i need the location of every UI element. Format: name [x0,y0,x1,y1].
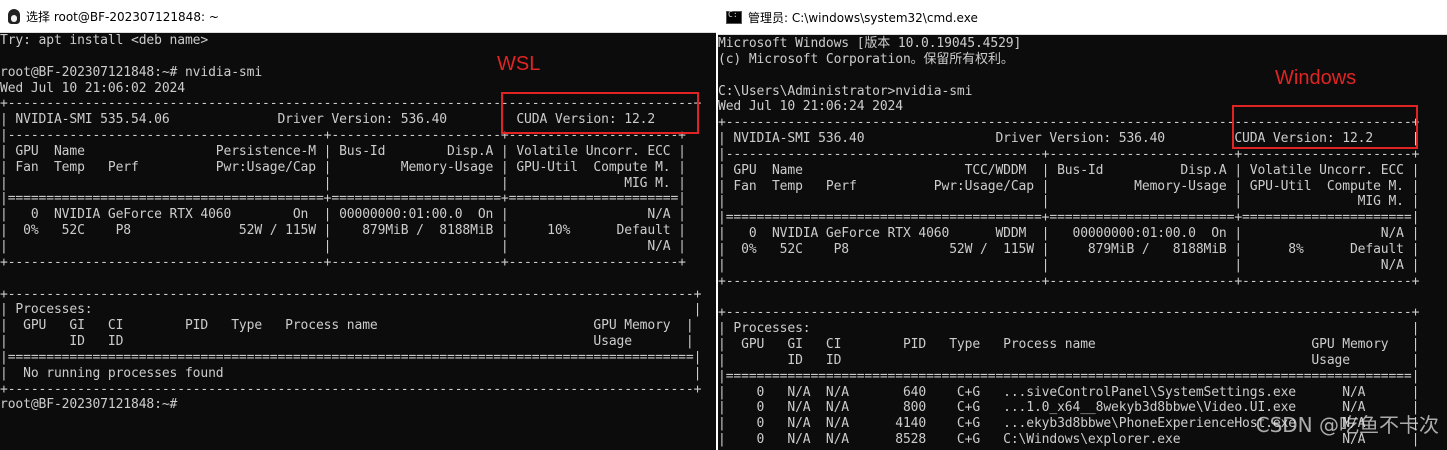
linux-penguin-icon [8,8,20,24]
cmd-terminal-line: | 0% 52C P8 52W / 115W | 879MiB / 8188Mi… [718,241,1420,257]
cmd-terminal-line: |=======================================… [718,210,1420,226]
wsl-terminal-line: Try: apt install <deb name> [0,33,209,48]
wsl-terminal-line: +---------------------------------------… [0,286,702,302]
cmd-terminal-line: | ID ID Usage | [718,352,1420,368]
windows-cuda-highlight-box [1232,105,1418,149]
wsl-terminal-line: |=======================================… [0,191,686,207]
cmd-terminal-line: +---------------------------------------… [718,305,1420,321]
wsl-terminal-line: | GPU GI CI PID Type Process name GPU Me… [0,318,694,334]
cmd-terminal-line: | GPU GI CI PID Type Process name GPU Me… [718,337,1420,353]
wsl-terminal-line: | 0% 52C P8 52W / 115W | 879MiB / 8188Mi… [0,223,686,239]
wsl-terminal-window[interactable]: 选择 root@BF-202307121848: ~ Try: apt inst… [0,0,718,450]
csdn-watermark: CSDN @吃鱼不卡次 [1255,413,1439,437]
cmd-window-title: 管理员: C:\windows\system32\cmd.exe [748,10,978,25]
cmd-terminal-line: | Processes: | [718,321,1420,337]
wsl-terminal-line: +---------------------------------------… [0,381,702,397]
wsl-terminal-line: | 0 NVIDIA GeForce RTX 4060 On | 0000000… [0,207,686,223]
cmd-terminal-line: (c) Microsoft Corporation。保留所有权利。 [718,51,1014,67]
wsl-terminal-line: +---------------------------------------… [0,254,686,270]
wsl-terminal-line [0,49,718,65]
wsl-terminal-line: | Fan Temp Perf Pwr:Usage/Cap | Memory-U… [0,159,686,175]
cmd-terminal-line: | 0 NVIDIA GeForce RTX 4060 WDDM | 00000… [718,226,1420,242]
cmd-terminal-line: | | | MIG M. | [718,194,1420,210]
cmd-terminal-line: Microsoft Windows [版本 10.0.19045.4529] [718,36,1022,51]
wsl-terminal-output[interactable]: Try: apt install <deb name> root@BF-2023… [0,33,718,413]
wsl-terminal-line: | GPU Name Persistence-M | Bus-Id Disp.A… [0,143,686,159]
wsl-terminal-line: | | | MIG M. | [0,175,686,191]
windows-label: Windows [1275,67,1357,89]
cmd-terminal-line [718,290,1447,306]
cmd-title-bar[interactable]: 管理员: C:\windows\system32\cmd.exe [718,0,1447,35]
cmd-terminal-line: | GPU Name TCC/WDDM | Bus-Id Disp.A | Vo… [718,162,1420,178]
cmd-terminal-output[interactable]: Microsoft Windows [版本 10.0.19045.4529] (c… [718,36,1447,448]
cmd-terminal-line: +---------------------------------------… [718,273,1420,289]
wsl-title-bar[interactable]: 选择 root@BF-202307121848: ~ [0,0,718,33]
wsl-label: WSL [497,53,541,75]
wsl-terminal-line: root@BF-202307121848:~# [0,397,178,413]
wsl-window-title: 选择 root@BF-202307121848: ~ [26,9,219,24]
wsl-terminal-line: root@BF-202307121848:~# nvidia-smi [0,64,263,80]
wsl-terminal-line: |=======================================… [0,349,702,365]
cmd-terminal-line: | Fan Temp Perf Pwr:Usage/Cap | Memory-U… [718,178,1420,194]
cmd-terminal-line: |=======================================… [718,368,1420,384]
cmd-terminal-line: |---------------------------------------… [718,146,1420,162]
wsl-terminal-line: | ID ID Usage | [0,334,694,350]
wsl-terminal-line: | | | N/A | [0,238,686,254]
cmd-icon [726,10,742,24]
wsl-terminal-line [0,271,718,287]
wsl-terminal-line: | Processes: | [0,302,702,318]
wsl-terminal-line: | No running processes found | [0,365,702,381]
cmd-terminal-line: | 0 N/A N/A 640 C+G ...siveControlPanel\… [718,384,1420,400]
wsl-cuda-highlight-box [501,92,699,134]
cmd-terminal-line: | | | N/A | [718,257,1420,273]
